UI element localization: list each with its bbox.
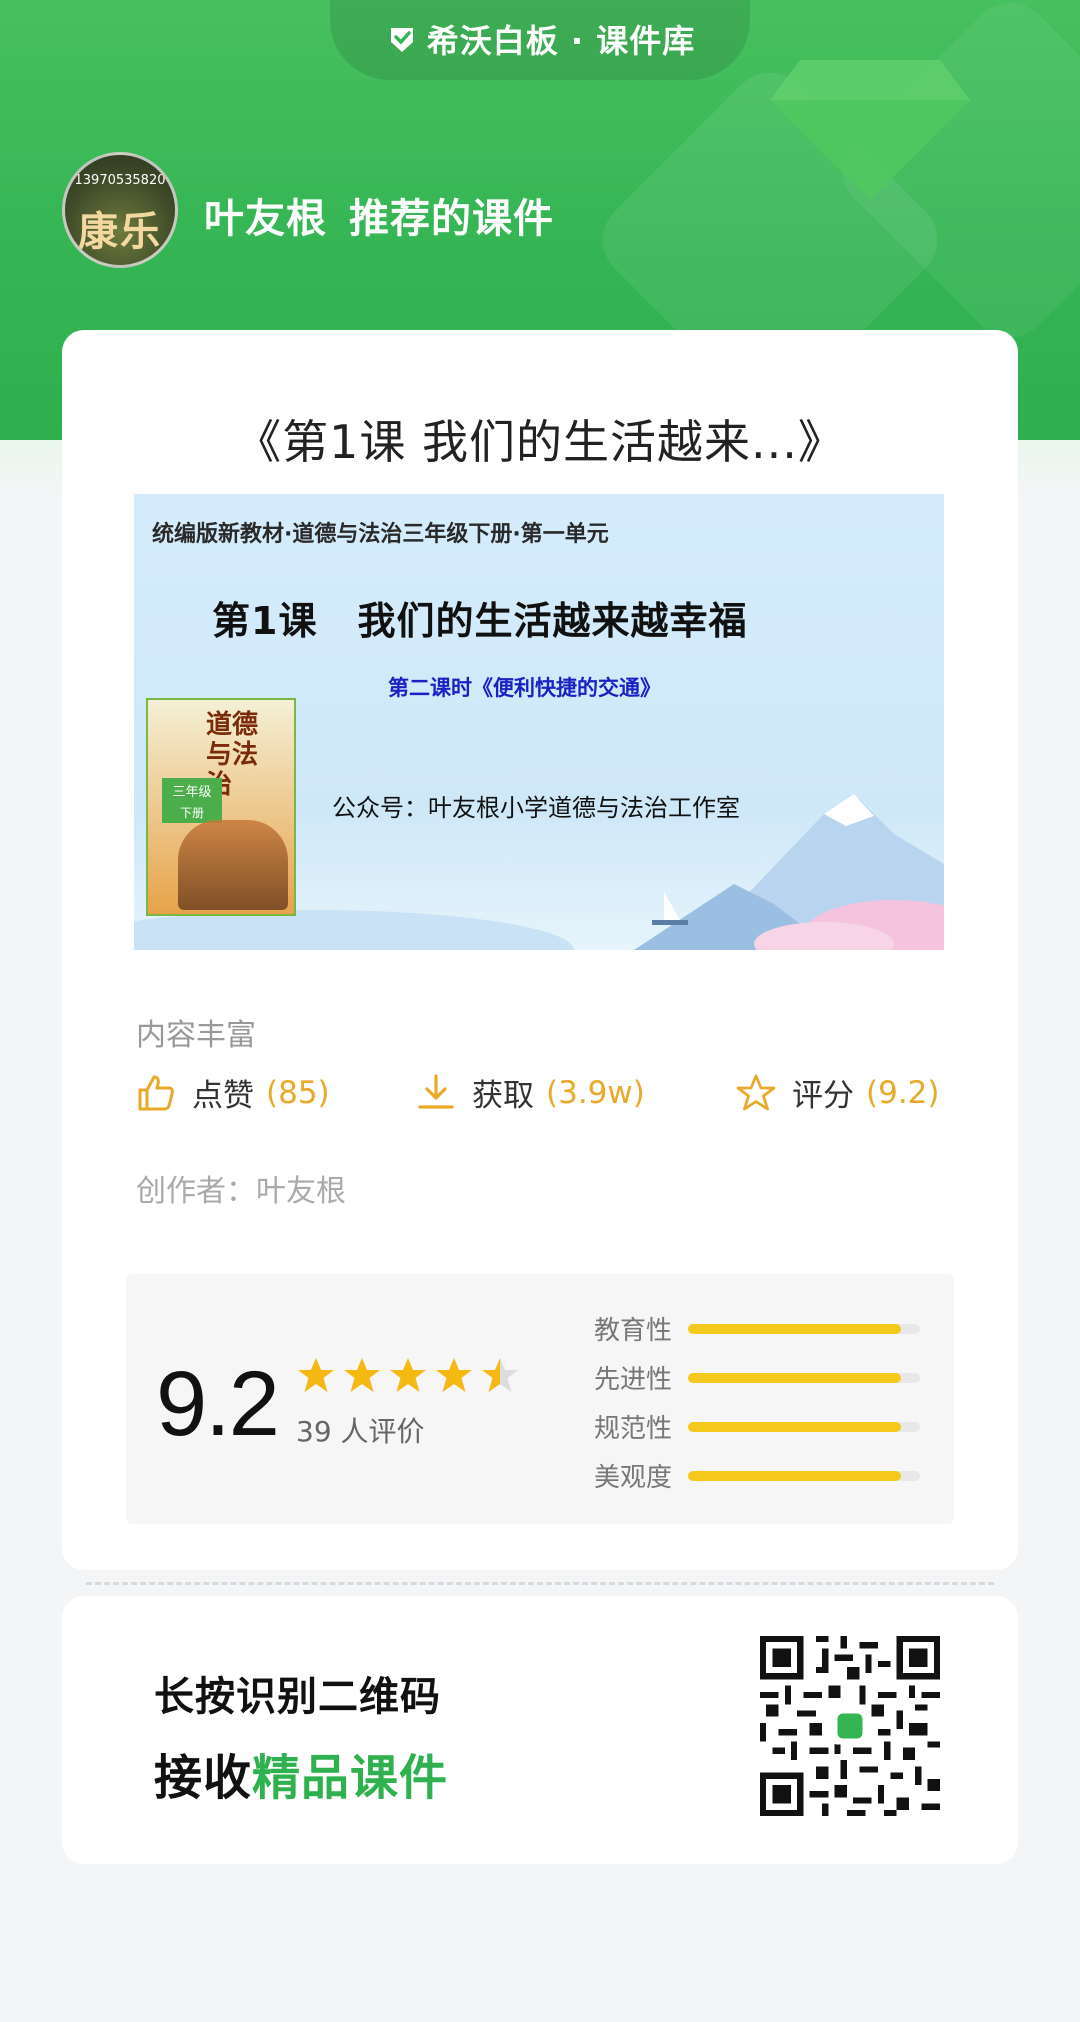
- qr-card: 长按识别二维码 接收精品课件: [62, 1596, 1018, 1864]
- ticket-divider: [47, 1568, 1033, 1598]
- rating-panel: 9.2 39 人评价 教育性先进性规范性美观度: [126, 1274, 954, 1524]
- dimension-bar: [688, 1421, 920, 1432]
- seewo-logo-icon: [390, 28, 413, 52]
- thumbs-up-icon: [138, 1075, 174, 1110]
- like-label: 点赞: [192, 1078, 254, 1114]
- like-stat[interactable]: 点赞 (85): [136, 1070, 330, 1115]
- rating-score: 9.2: [156, 1353, 280, 1455]
- author-line: 创作者：叶友根: [136, 1166, 346, 1210]
- rating-dimensions: 教育性先进性规范性美观度: [594, 1304, 934, 1500]
- download-icon: [418, 1073, 454, 1109]
- dimension-bar-fill: [688, 1470, 902, 1481]
- get-stat[interactable]: 获取 (3.9w): [416, 1070, 645, 1115]
- diamond-icon: [770, 60, 970, 200]
- star-half-icon: [482, 1358, 518, 1392]
- dimension-bar-fill: [688, 1421, 902, 1432]
- dimension-label: 规范性: [594, 1414, 673, 1444]
- course-tagline: 内容丰富: [136, 1018, 256, 1053]
- star-filled-icon: [436, 1358, 472, 1392]
- author-name: 叶友根: [256, 1174, 346, 1209]
- qr-cta: 接收精品课件: [154, 1738, 448, 1808]
- avatar-phone-text: 13970535820: [74, 173, 166, 188]
- recommender-name: 叶友根: [204, 196, 327, 242]
- course-card: 《第1课 我们的生活越来...》 统编版新教材·道德与法治三年级下册·第一单元 …: [62, 330, 1018, 1570]
- rate-stat[interactable]: 评分 (9.2): [736, 1070, 940, 1115]
- cover-lesson: 第1课: [212, 599, 318, 643]
- rating-stars: [296, 1356, 520, 1396]
- divider-notch: [47, 1568, 77, 1598]
- rate-label: 评分: [792, 1078, 854, 1114]
- textbook-cover: 道德与法治 三年级 下册: [146, 698, 296, 916]
- rating-dimension-row: 美观度: [594, 1451, 934, 1500]
- star-filled-icon: [298, 1358, 334, 1392]
- rating-dimension-row: 先进性: [594, 1353, 934, 1402]
- brand-header: 希沃白板 · 课件库: [330, 0, 750, 80]
- get-label: 获取: [472, 1078, 534, 1114]
- dimension-bar-fill: [688, 1372, 902, 1383]
- recommender-suffix: 推荐的课件: [349, 196, 554, 242]
- star-filled-icon: [390, 1358, 426, 1392]
- get-count: (3.9w): [546, 1074, 645, 1111]
- cover-series: 统编版新教材·道德与法治三年级下册·第一单元: [152, 522, 609, 547]
- cover-lesson-line: 第1课 我们的生活越来越幸福: [212, 590, 747, 645]
- dimension-label: 先进性: [594, 1365, 673, 1395]
- avatar-glyphs: 康乐: [78, 208, 162, 255]
- course-title: 《第1课 我们的生活越来...》: [235, 415, 845, 469]
- cover-subtitle: 第二课时《便利快捷的交通》: [388, 676, 661, 700]
- qr-cta-prefix: 接收: [154, 1750, 253, 1806]
- qr-code[interactable]: [760, 1636, 940, 1816]
- rating-count: 39 人评价: [296, 1415, 425, 1448]
- rating-dimension-row: 规范性: [594, 1402, 934, 1451]
- recommender-line: 叶友根 推荐的课件: [204, 186, 554, 244]
- brand-text: 希沃白板 · 课件库: [426, 22, 696, 60]
- dimension-label: 教育性: [594, 1316, 673, 1346]
- dimension-bar-fill: [688, 1323, 902, 1334]
- star-outline-icon: [736, 1074, 776, 1110]
- dimension-bar: [688, 1323, 920, 1334]
- dimension-bar: [688, 1470, 920, 1481]
- author-label: 创作者：: [136, 1174, 256, 1209]
- dimension-bar: [688, 1372, 920, 1383]
- rating-dimension-row: 教育性: [594, 1304, 934, 1353]
- like-count: (85): [266, 1074, 330, 1111]
- divider-notch: [1003, 1568, 1033, 1598]
- dashed-line: [86, 1582, 994, 1585]
- course-cover[interactable]: 统编版新教材·道德与法治三年级下册·第一单元 第1课 我们的生活越来越幸福 第二课…: [134, 494, 944, 950]
- avatar[interactable]: 13970535820 康乐: [62, 152, 178, 268]
- rate-value: (9.2): [866, 1074, 940, 1111]
- qr-cta-highlight: 精品课件: [252, 1750, 449, 1806]
- book-illustration: [178, 820, 288, 910]
- dimension-label: 美观度: [594, 1463, 673, 1493]
- star-filled-icon: [344, 1358, 380, 1392]
- course-stats: 点赞 (85) 获取 (3.9w) 评分 (9.2): [136, 1070, 946, 1126]
- cover-lesson-title: 我们的生活越来越幸福: [357, 599, 748, 643]
- qr-instruction: 长按识别二维码: [154, 1674, 441, 1720]
- book-grade: 三年级: [162, 778, 222, 803]
